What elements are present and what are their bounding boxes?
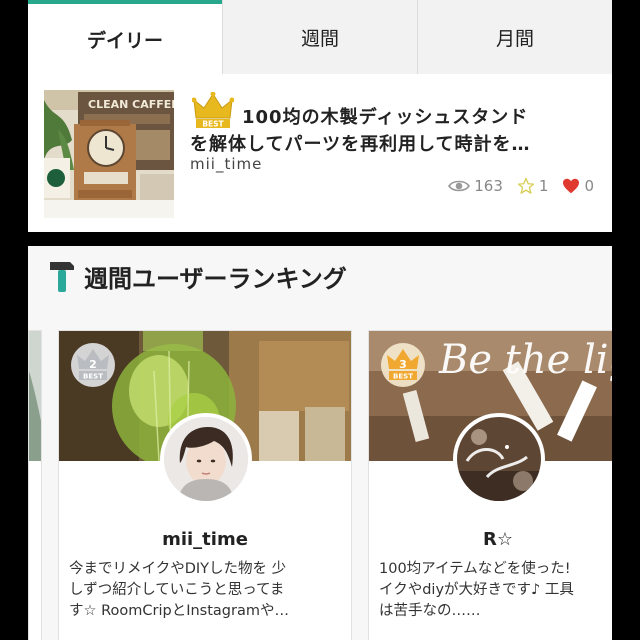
- rank-number: 3: [399, 358, 407, 371]
- user-bio: 100均アイテムなどを使った! イクやdiyが大好きです♪ 工具 は苦手なの……: [379, 559, 574, 622]
- ranked-post[interactable]: CLEAN CAFFEE BEST 100均の木製ディッシュスタンド を解体して…: [28, 74, 612, 232]
- user-card[interactable]: Be the light 3 BEST R☆ 100均アイテムなどを使った! イ…: [368, 330, 612, 640]
- section-title-text: 週間ユーザーランキング: [84, 264, 347, 293]
- period-tabs: デイリー 週間 月間: [28, 0, 612, 74]
- thumb-sign-text: CLEAN CAFFEE: [88, 98, 174, 111]
- best-badge-label: BEST: [393, 373, 413, 381]
- bio-line: す☆ RoomCripとInstagramや…: [69, 603, 289, 619]
- bio-line: 100均アイテムなどを使った!: [379, 561, 571, 577]
- views-count: 163: [474, 177, 503, 195]
- post-title[interactable]: 100均の木製ディッシュスタンド を解体してパーツを再利用して時計を…: [190, 104, 600, 158]
- rank-3-badge: 3 BEST: [381, 343, 425, 387]
- weekly-user-ranking: 週間ユーザーランキング 2 BEST mii_time 今までリメイクやDIYし…: [28, 246, 612, 640]
- views-stat: 163: [448, 177, 503, 195]
- likes-stat[interactable]: 0: [562, 177, 594, 195]
- favorites-count: 1: [538, 177, 549, 195]
- tab-weekly[interactable]: 週間: [222, 0, 417, 74]
- eye-icon: [448, 180, 471, 192]
- post-title-line2: を解体してパーツを再利用して時計を…: [190, 134, 531, 155]
- post-thumbnail[interactable]: CLEAN CAFFEE: [44, 90, 174, 218]
- avatar[interactable]: [160, 413, 252, 505]
- user-card-prev[interactable]: [28, 330, 42, 640]
- bio-line: 今までリメイクやDIYした物を 少: [69, 561, 287, 577]
- cover-script-text: Be the light: [438, 337, 612, 383]
- collage-watermark: PIC COLLAGE: [469, 615, 612, 636]
- user-bio: 今までリメイクやDIYした物を 少 しずつ紹介していこうと思ってま す☆ Roo…: [69, 559, 289, 622]
- likes-count: 0: [584, 177, 594, 195]
- user-name[interactable]: mii_time: [59, 529, 351, 550]
- avatar[interactable]: [453, 413, 545, 505]
- post-title-line1: 100均の木製ディッシュスタンド: [242, 107, 529, 128]
- hammer-icon: [50, 262, 74, 292]
- ranking-panel: デイリー 週間 月間 CLEAN CAFFEE BEST 100均の木製ディッシ…: [28, 0, 612, 232]
- favorites-stat[interactable]: 1: [517, 177, 549, 195]
- best-badge-label: BEST: [83, 373, 103, 381]
- user-name[interactable]: R☆: [369, 529, 612, 550]
- bio-line: イクやdiyが大好きです♪ 工具: [379, 582, 574, 598]
- post-stats: 163 1 0: [448, 177, 594, 195]
- star-icon: [517, 177, 535, 194]
- rank-2-badge: 2 BEST: [71, 343, 115, 387]
- tab-monthly[interactable]: 月間: [417, 0, 612, 74]
- heart-icon: [563, 178, 580, 194]
- post-author[interactable]: mii_time: [190, 155, 262, 173]
- rank-number: 2: [89, 358, 97, 371]
- tab-daily[interactable]: デイリー: [28, 0, 222, 74]
- bio-line: しずつ紹介していこうと思ってま: [69, 582, 285, 598]
- section-title: 週間ユーザーランキング: [48, 258, 347, 294]
- user-card[interactable]: 2 BEST mii_time 今までリメイクやDIYした物を 少 しずつ紹介し…: [58, 330, 352, 640]
